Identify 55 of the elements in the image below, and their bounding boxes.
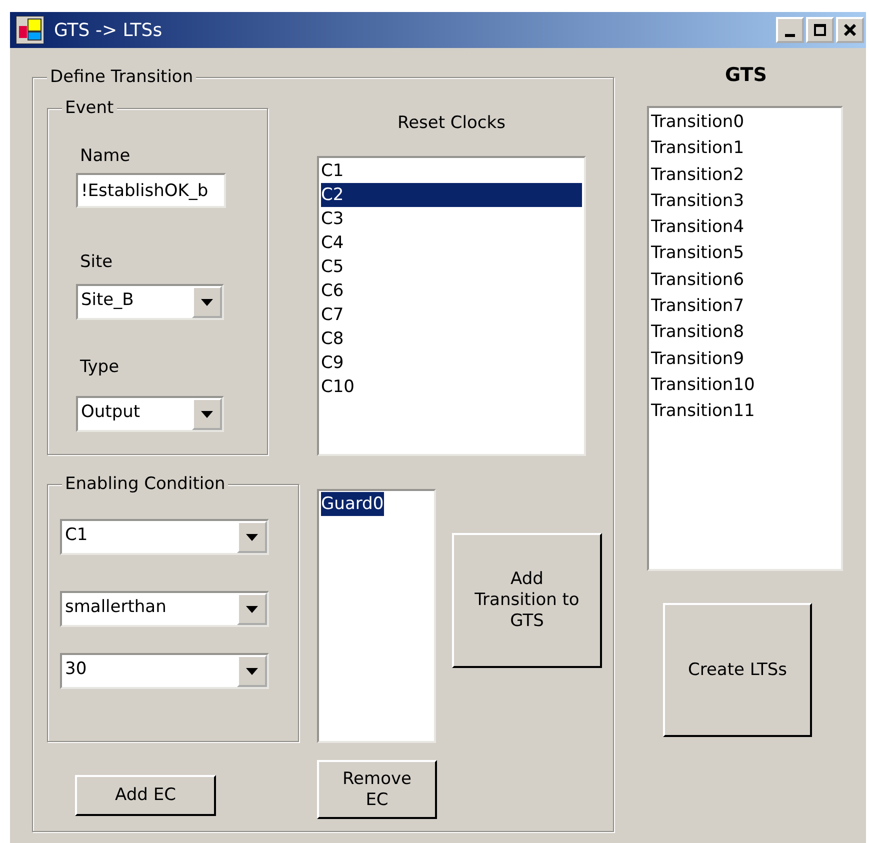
list-title: GTS: [724, 64, 768, 86]
list-label: Reset Clocks: [398, 112, 506, 134]
type-dropdown[interactable]: Output: [76, 396, 224, 432]
dropdown-arrow-icon: [246, 534, 258, 540]
list-item[interactable]: Transition10: [651, 372, 839, 398]
add-transition-button[interactable]: Add Transition to GTS: [452, 533, 602, 668]
list-item[interactable]: C7: [321, 303, 582, 327]
clock-listbox[interactable]: C1 C2 C3 C4 C5 C6 C7 C8 C9 C10: [317, 156, 586, 456]
field-label: Site: [80, 251, 114, 273]
field-label: Type: [80, 356, 120, 378]
list-item[interactable]: C5: [321, 255, 582, 279]
maximize-icon: [814, 24, 826, 36]
dropdown-arrow-icon: [201, 410, 213, 418]
create-ltss-button[interactable]: Create LTSs: [663, 603, 812, 737]
condition-dropdown[interactable]: smallerthan: [60, 591, 269, 627]
name-input-field[interactable]: !EstablishOK_b: [76, 173, 226, 208]
list-item[interactable]: C1: [321, 159, 582, 183]
list-item[interactable]: Transition11: [651, 398, 839, 425]
close-button[interactable]: [836, 17, 864, 43]
minimize-icon: [785, 34, 795, 36]
guard-listbox[interactable]: Guard0: [317, 489, 436, 743]
condition-dropdown[interactable]: C1: [60, 519, 269, 555]
dropdown-arrow-icon: [246, 668, 258, 674]
add-ec-button[interactable]: Add EC: [75, 775, 216, 816]
list-item[interactable]: Transition4: [651, 214, 839, 240]
maximize-button[interactable]: [806, 17, 834, 43]
app-icon: [16, 16, 44, 44]
group-title: Enabling Condition: [62, 473, 228, 495]
list-item[interactable]: Transition8: [651, 319, 839, 346]
list-item[interactable]: Guard0: [321, 492, 384, 516]
dropdown-arrow-icon: [201, 298, 213, 306]
remove-ec-button[interactable]: Remove EC: [317, 760, 437, 819]
list-item[interactable]: C2: [321, 183, 582, 207]
gts-listbox[interactable]: Transition0 Transition1 Transition2 Transition3 Transition4 Transition5 Transition6 Transition7 Transition8 Transition9 Transition10 Transition11: [647, 106, 843, 571]
minimize-button[interactable]: [776, 17, 804, 43]
condition-dropdown[interactable]: 30: [60, 653, 269, 689]
list-item[interactable]: Transition2: [651, 162, 839, 188]
list-item[interactable]: Transition5: [651, 240, 839, 267]
list-item[interactable]: Transition9: [651, 346, 839, 372]
list-item[interactable]: Transition3: [651, 188, 839, 214]
list-item[interactable]: C8: [321, 327, 582, 351]
list-item[interactable]: C6: [321, 279, 582, 303]
close-icon: [844, 24, 856, 36]
list-item[interactable]: C10: [321, 375, 582, 399]
list-item[interactable]: Transition0: [651, 109, 839, 136]
list-item[interactable]: C3: [321, 207, 582, 231]
site-dropdown[interactable]: Site_B: [76, 284, 224, 320]
list-item[interactable]: Transition7: [651, 293, 839, 320]
field-label: Name: [80, 145, 132, 167]
list-item[interactable]: Transition1: [651, 135, 839, 162]
dropdown-arrow-icon: [246, 606, 258, 612]
window-title: GTS -> LTSs: [54, 18, 162, 42]
list-item[interactable]: C4: [321, 231, 582, 255]
list-item[interactable]: Transition6: [651, 266, 839, 294]
list-item[interactable]: C9: [321, 351, 582, 375]
